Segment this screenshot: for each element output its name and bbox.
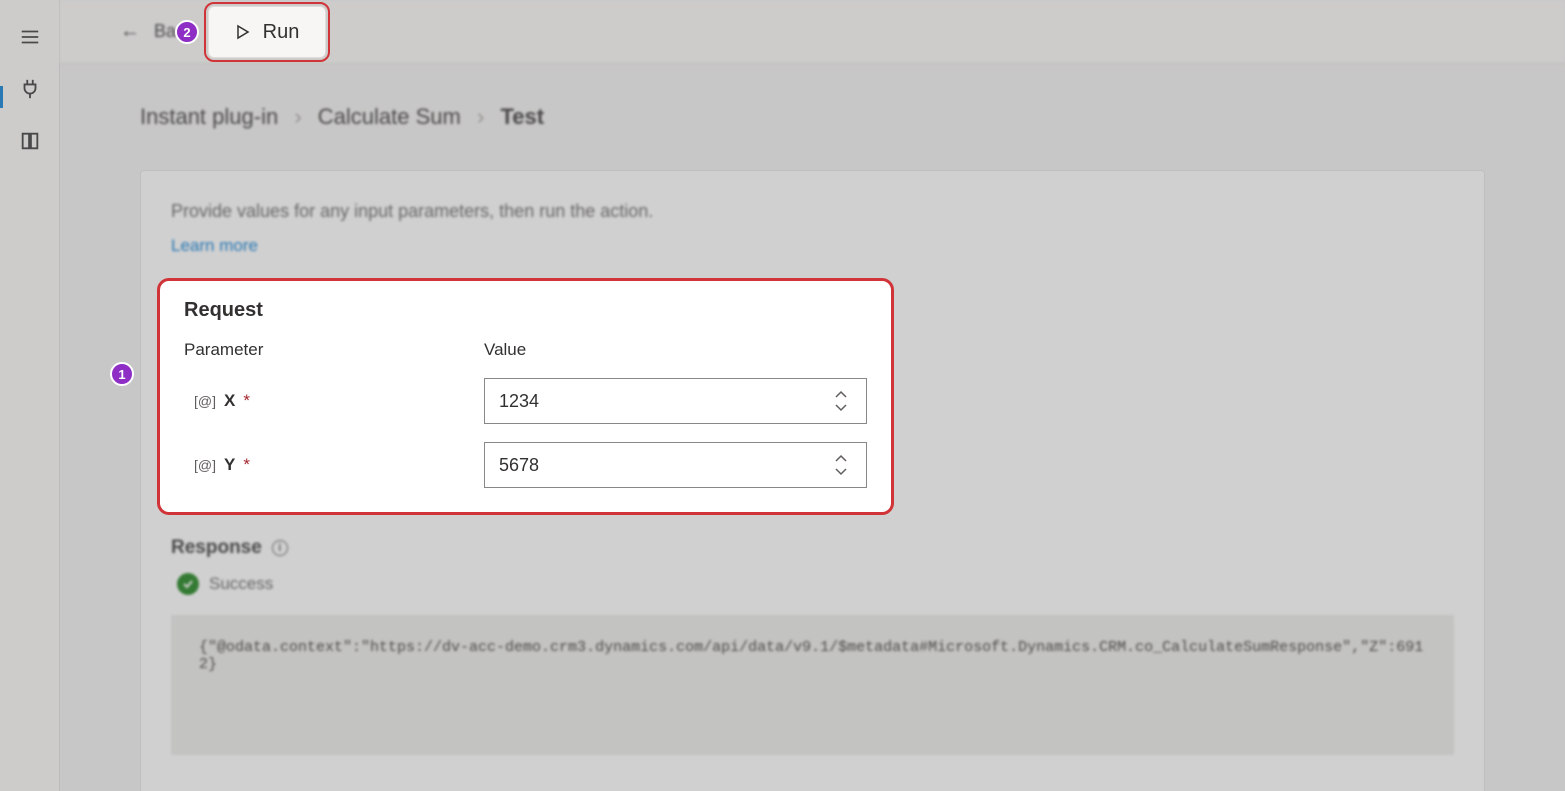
success-icon — [177, 573, 199, 595]
run-button-label: Run — [263, 21, 300, 44]
breadcrumb-item[interactable]: Instant plug-in — [140, 104, 278, 129]
param-x-value-wrap — [484, 378, 867, 424]
param-y-value-wrap — [484, 442, 867, 488]
hamburger-icon[interactable] — [19, 26, 41, 48]
chevron-down-icon — [835, 466, 847, 476]
annotation-badge-2: 2 — [175, 20, 199, 44]
response-title: Response — [171, 537, 262, 559]
plug-icon[interactable] — [19, 78, 41, 100]
book-icon[interactable] — [19, 130, 41, 152]
chevron-right-icon: › — [294, 104, 301, 129]
param-x-label: [@] X * — [184, 391, 464, 411]
back-arrow-icon[interactable]: ← — [120, 20, 140, 43]
breadcrumb-current: Test — [500, 104, 544, 129]
test-panel: Provide values for any input parameters,… — [140, 170, 1485, 791]
left-sidebar — [0, 0, 60, 791]
chevron-down-icon — [835, 402, 847, 412]
spinner-y[interactable] — [835, 446, 861, 484]
intro-text: Provide values for any input parameters,… — [171, 201, 1454, 222]
response-body: {"@odata.context":"https://dv-acc-demo.c… — [171, 615, 1454, 755]
response-status-text: Success — [209, 574, 273, 594]
param-x-input[interactable] — [484, 378, 867, 424]
at-icon: [@] — [194, 457, 216, 473]
chevron-up-icon — [835, 390, 847, 400]
learn-more-link[interactable]: Learn more — [171, 236, 258, 256]
spinner-x[interactable] — [835, 382, 861, 420]
info-icon[interactable]: i — [272, 540, 288, 556]
chevron-right-icon: › — [477, 104, 484, 129]
column-header-value: Value — [484, 340, 867, 360]
breadcrumb: Instant plug-in › Calculate Sum › Test — [140, 104, 1485, 130]
content-area: Instant plug-in › Calculate Sum › Test P… — [60, 64, 1565, 791]
annotation-badge-1: 1 — [110, 362, 134, 386]
param-y-input[interactable] — [484, 442, 867, 488]
run-button[interactable]: Run — [208, 6, 326, 58]
response-section: Response i Success {"@odata.context":"ht… — [171, 537, 1454, 755]
sidebar-active-indicator — [0, 86, 3, 108]
breadcrumb-item[interactable]: Calculate Sum — [318, 104, 461, 129]
response-status-row: Success — [171, 573, 1454, 595]
column-header-parameter: Parameter — [184, 340, 464, 360]
at-icon: [@] — [194, 393, 216, 409]
request-title: Request — [184, 299, 867, 322]
chevron-up-icon — [835, 454, 847, 464]
param-y-label: [@] Y * — [184, 455, 464, 475]
play-icon — [235, 24, 251, 40]
request-section: Request Parameter Value [@] X * — [157, 278, 894, 515]
